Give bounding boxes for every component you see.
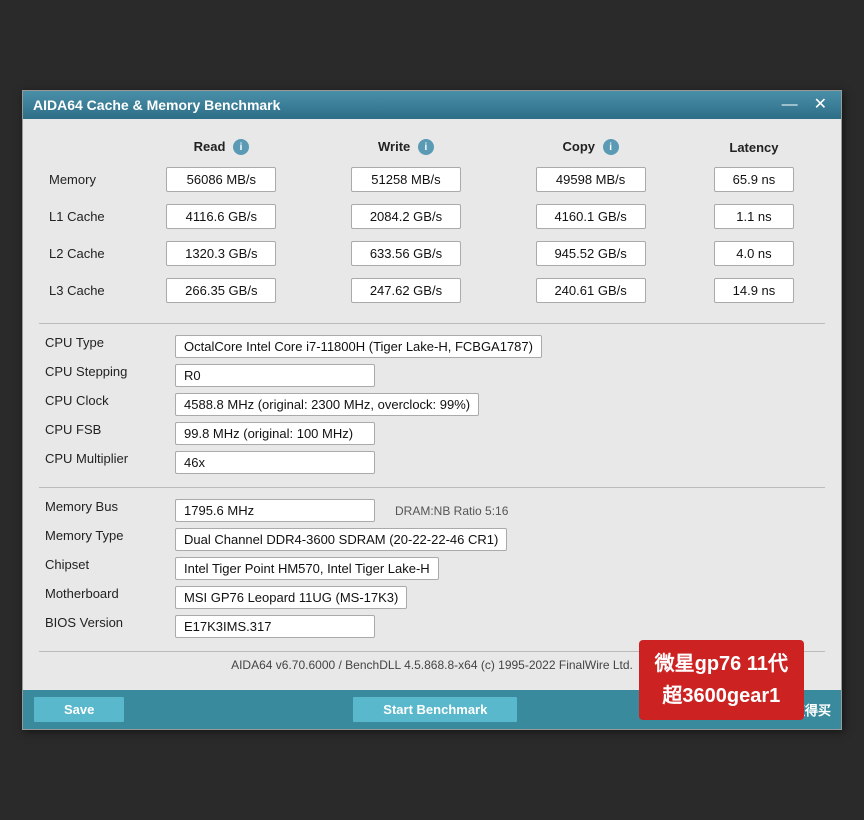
mem-label-2: Chipset [39,554,169,583]
row-label-0: Memory [39,161,129,198]
mem-value-0: 1795.6 MHzDRAM:NB Ratio 5:16 [169,496,825,525]
start-benchmark-button[interactable]: Start Benchmark [352,696,518,723]
mem-label-4: BIOS Version [39,612,169,641]
mem-label-1: Memory Type [39,525,169,554]
row-copy-2: 945.52 GB/s [498,235,683,272]
memory-info-row: Chipset Intel Tiger Point HM570, Intel T… [39,554,825,583]
mem-label-3: Motherboard [39,583,169,612]
bottom-bar: Save Start Benchmark 值♥什么值得买 [23,690,841,729]
row-read-1: 4116.6 GB/s [129,198,314,235]
row-read-3: 266.35 GB/s [129,272,314,309]
cpu-label-4: CPU Multiplier [39,448,169,477]
row-copy-0: 49598 MB/s [498,161,683,198]
row-label-1: L1 Cache [39,198,129,235]
table-row: L3 Cache 266.35 GB/s 247.62 GB/s 240.61 … [39,272,825,309]
cpu-value-2: 4588.8 MHz (original: 2300 MHz, overcloc… [169,390,825,419]
mem-value-3: MSI GP76 Leopard 11UG (MS-17K3) [169,583,825,612]
write-info-icon[interactable]: i [418,139,434,155]
save-button[interactable]: Save [33,696,125,723]
title-bar: AIDA64 Cache & Memory Benchmark — ✕ [23,91,841,119]
cpu-value-4: 46x [169,448,825,477]
mem-label-0: Memory Bus [39,496,169,525]
cpu-label-0: CPU Type [39,332,169,361]
window-title: AIDA64 Cache & Memory Benchmark [33,97,280,113]
row-read-0: 56086 MB/s [129,161,314,198]
row-write-1: 2084.2 GB/s [314,198,499,235]
cpu-info-row: CPU Type OctalCore Intel Core i7-11800H … [39,332,825,361]
row-write-0: 51258 MB/s [314,161,499,198]
memory-info-row: Memory Bus 1795.6 MHzDRAM:NB Ratio 5:16 [39,496,825,525]
title-controls: — ✕ [778,97,831,113]
cpu-info-row: CPU Clock 4588.8 MHz (original: 2300 MHz… [39,390,825,419]
row-write-2: 633.56 GB/s [314,235,499,272]
minimize-button[interactable]: — [778,97,802,113]
cpu-value-1: R0 [169,361,825,390]
memory-info-row: BIOS Version E17K3IMS.317 [39,612,825,641]
divider-1 [39,323,825,324]
cpu-value-0: OctalCore Intel Core i7-11800H (Tiger La… [169,332,825,361]
row-copy-1: 4160.1 GB/s [498,198,683,235]
col-latency: Latency [683,133,825,162]
table-row: L1 Cache 4116.6 GB/s 2084.2 GB/s 4160.1 … [39,198,825,235]
cpu-info-row: CPU Stepping R0 [39,361,825,390]
cpu-value-3: 99.8 MHz (original: 100 MHz) [169,419,825,448]
copy-info-icon[interactable]: i [603,139,619,155]
row-latency-1: 1.1 ns [683,198,825,235]
mem-value-1: Dual Channel DDR4-3600 SDRAM (20-22-22-4… [169,525,825,554]
cpu-label-2: CPU Clock [39,390,169,419]
row-label-2: L2 Cache [39,235,129,272]
memory-info-table: Memory Bus 1795.6 MHzDRAM:NB Ratio 5:16 … [39,496,825,641]
cpu-label-3: CPU FSB [39,419,169,448]
cpu-info-row: CPU FSB 99.8 MHz (original: 100 MHz) [39,419,825,448]
main-window: AIDA64 Cache & Memory Benchmark — ✕ Read… [22,90,842,731]
footer-text: AIDA64 v6.70.6000 / BenchDLL 4.5.868.8-x… [39,651,825,680]
row-latency-2: 4.0 ns [683,235,825,272]
row-latency-3: 14.9 ns [683,272,825,309]
row-read-2: 1320.3 GB/s [129,235,314,272]
benchmark-table: Read i Write i Copy i Latency Memory [39,133,825,310]
cpu-info-row: CPU Multiplier 46x [39,448,825,477]
close-button[interactable]: ✕ [810,97,831,113]
mem-value-4: E17K3IMS.317 [169,612,825,641]
row-copy-3: 240.61 GB/s [498,272,683,309]
col-write: Write i [314,133,499,162]
row-latency-0: 65.9 ns [683,161,825,198]
table-row: L2 Cache 1320.3 GB/s 633.56 GB/s 945.52 … [39,235,825,272]
memory-info-row: Motherboard MSI GP76 Leopard 11UG (MS-17… [39,583,825,612]
col-copy: Copy i [498,133,683,162]
cpu-info-table: CPU Type OctalCore Intel Core i7-11800H … [39,332,825,477]
row-write-3: 247.62 GB/s [314,272,499,309]
col-read: Read i [129,133,314,162]
mem-value-2: Intel Tiger Point HM570, Intel Tiger Lak… [169,554,825,583]
branding-label: 值♥什么值得买 [745,700,831,719]
memory-info-row: Memory Type Dual Channel DDR4-3600 SDRAM… [39,525,825,554]
content-area: Read i Write i Copy i Latency Memory [23,119,841,691]
read-info-icon[interactable]: i [233,139,249,155]
divider-2 [39,487,825,488]
table-row: Memory 56086 MB/s 51258 MB/s 49598 MB/s … [39,161,825,198]
cpu-label-1: CPU Stepping [39,361,169,390]
row-label-3: L3 Cache [39,272,129,309]
